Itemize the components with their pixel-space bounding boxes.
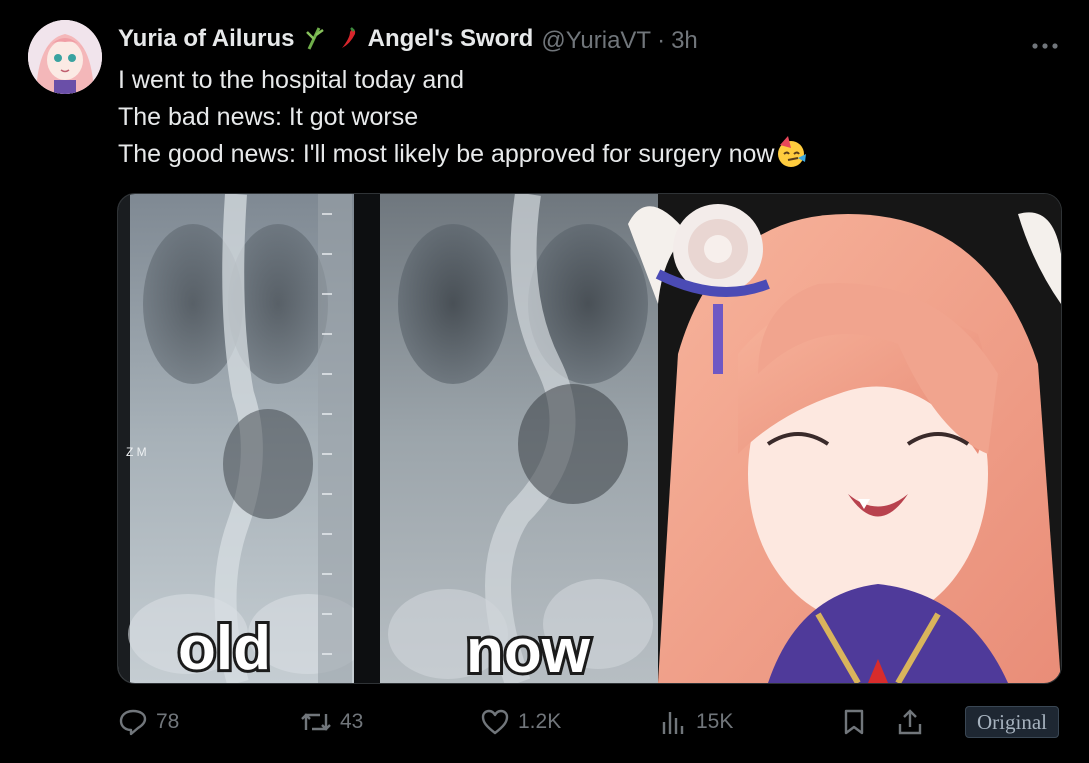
more-icon[interactable] xyxy=(1031,30,1059,56)
repost-icon xyxy=(300,708,332,736)
reply-button[interactable]: 78 xyxy=(118,708,179,736)
repost-button[interactable]: 43 xyxy=(300,708,363,736)
share-icon xyxy=(896,708,924,736)
original-button[interactable]: Original xyxy=(965,706,1059,738)
post-media[interactable]: Z M old now xyxy=(117,193,1062,684)
like-count: 1.2K xyxy=(518,710,562,733)
bookmark-button[interactable] xyxy=(842,708,866,736)
share-button[interactable] xyxy=(896,708,924,736)
views-count: 15K xyxy=(696,710,734,733)
label-old: old xyxy=(178,614,271,683)
xray-old: Z M old xyxy=(118,194,380,683)
anime-character xyxy=(628,194,1061,683)
label-now: now xyxy=(466,617,591,683)
post-line: The bad news: It got worse xyxy=(118,103,419,131)
post-header: Yuria of Ailurus Angel's Sword @YuriaVT … xyxy=(118,24,1059,58)
action-bar: 78 43 1.2K 15K xyxy=(118,700,1058,746)
xray-now: now xyxy=(380,194,658,683)
views-button[interactable]: 15K xyxy=(660,708,733,736)
like-button[interactable]: 1.2K xyxy=(480,708,561,736)
post-line: The good news: I'll most likely be appro… xyxy=(118,136,808,179)
display-name[interactable]: Yuria of Ailurus Angel's Sword xyxy=(118,25,533,57)
post-line: I went to the hospital today and xyxy=(118,66,465,94)
handle[interactable]: @YuriaVT xyxy=(541,27,651,55)
timestamp[interactable]: 3h xyxy=(671,27,698,55)
repost-count: 43 xyxy=(340,710,364,733)
post-text: I went to the hospital today and The bad… xyxy=(118,62,808,179)
bamboo-icon xyxy=(305,26,325,57)
chili-icon xyxy=(340,26,358,57)
avatar[interactable] xyxy=(28,20,102,94)
party-face-emoji xyxy=(774,136,808,179)
xray-marker: Z M xyxy=(126,445,147,459)
like-icon xyxy=(480,708,510,736)
separator: · xyxy=(657,27,666,54)
bookmark-icon xyxy=(842,708,866,736)
reply-count: 78 xyxy=(156,710,180,733)
reply-icon xyxy=(118,708,148,736)
views-icon xyxy=(660,708,688,736)
